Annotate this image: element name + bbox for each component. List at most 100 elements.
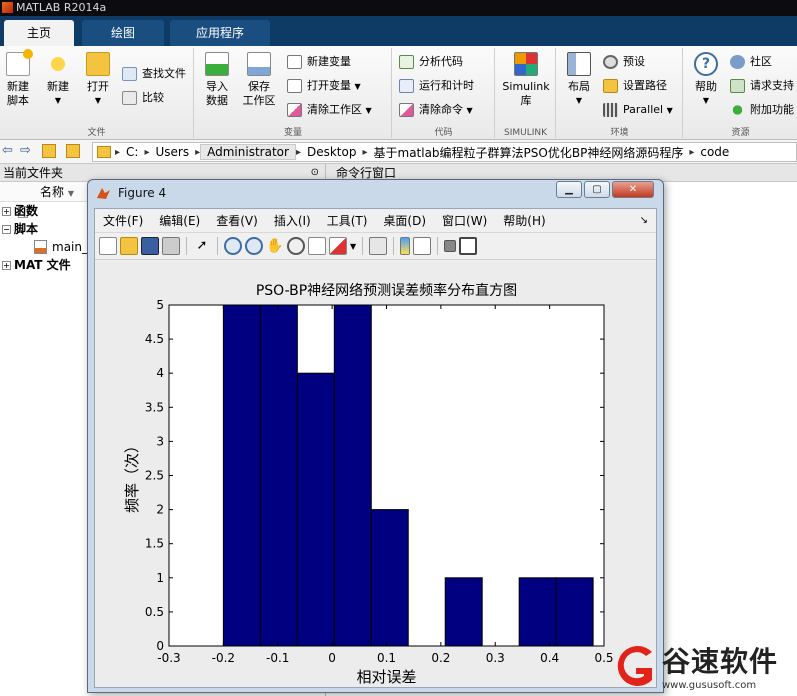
matlab-figure-icon: [97, 188, 110, 199]
help-icon: ?: [694, 52, 718, 76]
hide-plot-tools-icon[interactable]: [444, 240, 457, 252]
new-button[interactable]: 新建 ▼: [40, 52, 76, 108]
y-tick-label: 2.5: [145, 469, 164, 483]
y-tick-label: 5: [156, 298, 164, 312]
app-titlebar: MATLAB R2014a: [0, 0, 797, 16]
colorbar-icon[interactable]: [400, 237, 411, 255]
menu-desktop[interactable]: 桌面(D): [375, 212, 434, 229]
simulink-section-label: SIMULINK: [503, 128, 548, 138]
addons-plus-icon: [730, 103, 745, 117]
analyze-code-button[interactable]: 分析代码: [399, 52, 463, 72]
tab-apps[interactable]: 应用程序: [170, 20, 270, 46]
y-tick-label: 3.5: [145, 400, 164, 414]
breadcrumb-project[interactable]: 基于matlab编程粒子群算法PSO优化BP神经网络源码程序: [368, 144, 690, 161]
tab-home[interactable]: 主页: [4, 20, 74, 46]
code-section: 分析代码 运行和计时 清除命令 ▼ 代码: [393, 48, 495, 138]
menu-view[interactable]: 查看(V): [208, 212, 266, 229]
collapse-icon[interactable]: −: [2, 225, 11, 234]
tab-plots[interactable]: 绘图: [82, 20, 164, 46]
find-files-button[interactable]: 查找文件: [122, 64, 186, 84]
plus-icon: [46, 52, 70, 76]
show-plot-tools-icon[interactable]: [459, 237, 478, 255]
data-cursor-icon[interactable]: [308, 237, 326, 255]
open-variable-button[interactable]: 打开变量 ▼: [287, 76, 361, 96]
simulink-library-button[interactable]: Simulink 库: [502, 52, 550, 108]
new-variable-button[interactable]: 新建变量: [287, 52, 351, 72]
clear-workspace-button[interactable]: 清除工作区 ▼: [287, 100, 372, 120]
histogram-bar: [518, 577, 557, 647]
y-tick-label: 0: [156, 639, 164, 653]
back-arrow-icon[interactable]: ⇦: [2, 143, 13, 158]
brush-icon[interactable]: [329, 237, 347, 255]
histogram-bar: [259, 304, 298, 647]
dock-arrow-icon[interactable]: ↘: [632, 215, 656, 226]
request-support-button[interactable]: 请求支持: [730, 76, 794, 96]
x-tick-label: -0.2: [212, 651, 235, 665]
watermark: 谷速软件 www.gususoft.com: [610, 640, 797, 696]
gususoft-logo-icon: [617, 646, 652, 686]
clear-commands-button[interactable]: 清除命令 ▼: [399, 100, 473, 120]
compare-icon: [122, 91, 137, 105]
menu-window[interactable]: 窗口(W): [434, 212, 495, 229]
x-tick-label: -0.3: [157, 651, 180, 665]
close-button[interactable]: ✕: [612, 181, 654, 198]
open-file-icon[interactable]: [120, 237, 138, 255]
expand-icon[interactable]: +: [2, 207, 11, 216]
print-icon[interactable]: [162, 237, 180, 255]
new-script-icon: [6, 49, 33, 76]
open-button[interactable]: 打开 ▼: [80, 52, 116, 108]
histogram-bar: [444, 577, 483, 647]
brush-dropdown-icon[interactable]: ▼: [350, 242, 356, 251]
new-script-button[interactable]: 新建 脚本: [0, 49, 36, 108]
save-workspace-icon: [247, 52, 271, 76]
parallel-button[interactable]: Parallel ▼: [603, 100, 673, 120]
plot-area: -0.3 -0.2 -0.1 0 0.1 0.2 0.3 0.4 0.5 0 0.5 1 1.5 2 2.5…: [95, 261, 656, 687]
expand-icon[interactable]: +: [2, 261, 11, 270]
set-path-button[interactable]: 设置路径: [603, 76, 667, 96]
up-folder-icon[interactable]: [42, 144, 56, 158]
pointer-icon[interactable]: ➚: [193, 237, 211, 255]
community-button[interactable]: 社区: [730, 52, 772, 72]
run-and-time-button[interactable]: 运行和计时: [399, 76, 474, 96]
save-workspace-button[interactable]: 保存 工作区: [241, 52, 277, 108]
breadcrumb-drive[interactable]: C:: [120, 145, 144, 159]
menu-file[interactable]: 文件(F): [95, 212, 151, 229]
save-icon[interactable]: [141, 237, 159, 255]
breadcrumb-desktop[interactable]: Desktop: [301, 145, 363, 159]
pan-hand-icon[interactable]: ✋: [266, 237, 284, 255]
rotate-3d-icon[interactable]: [287, 237, 305, 255]
simulink-icon: [514, 52, 538, 76]
x-tick-label: 0.4: [540, 651, 559, 665]
menu-insert[interactable]: 插入(I): [266, 212, 319, 229]
menu-help[interactable]: 帮助(H): [495, 212, 553, 229]
browse-folder-icon[interactable]: [66, 144, 80, 158]
toolbar-separator: [186, 237, 187, 255]
breadcrumb-users[interactable]: Users: [149, 145, 195, 159]
zoom-out-icon[interactable]: [245, 237, 263, 255]
breadcrumb-code[interactable]: code: [694, 145, 735, 159]
help-button[interactable]: ? 帮助 ▼: [688, 52, 724, 108]
zoom-in-icon[interactable]: [224, 237, 242, 255]
histogram-bar: [333, 304, 372, 647]
toolbar-separator: [362, 237, 364, 255]
maximize-button[interactable]: ▢: [584, 181, 610, 198]
layout-button[interactable]: 布局 ▼: [561, 52, 597, 108]
addons-button[interactable]: 附加功能: [730, 100, 794, 120]
variable-section-label: 变量: [283, 128, 302, 138]
link-plot-icon[interactable]: [369, 237, 388, 255]
figure-window: Figure 4 ▁ ▢ ✕ 文件(F) 编辑(E) 查看(V) 插入(I) 工…: [87, 179, 664, 693]
preferences-button[interactable]: 预设: [603, 52, 645, 72]
minimize-button[interactable]: ▁: [556, 181, 582, 198]
forward-arrow-icon[interactable]: ⇨: [20, 143, 31, 158]
set-path-icon: [603, 79, 618, 93]
y-tick-label: 0.5: [145, 605, 164, 619]
breadcrumb-administrator[interactable]: Administrator: [200, 144, 296, 160]
import-data-button[interactable]: 导入 数据: [199, 52, 235, 108]
compare-button[interactable]: 比较: [122, 88, 164, 108]
ribbon-tabs: 主页 绘图 应用程序: [0, 16, 797, 46]
menu-tools[interactable]: 工具(T): [319, 212, 376, 229]
simulink-section: Simulink 库 SIMULINK: [496, 48, 556, 138]
new-figure-icon[interactable]: [99, 237, 117, 255]
legend-icon[interactable]: [413, 237, 432, 255]
menu-edit[interactable]: 编辑(E): [151, 212, 208, 229]
